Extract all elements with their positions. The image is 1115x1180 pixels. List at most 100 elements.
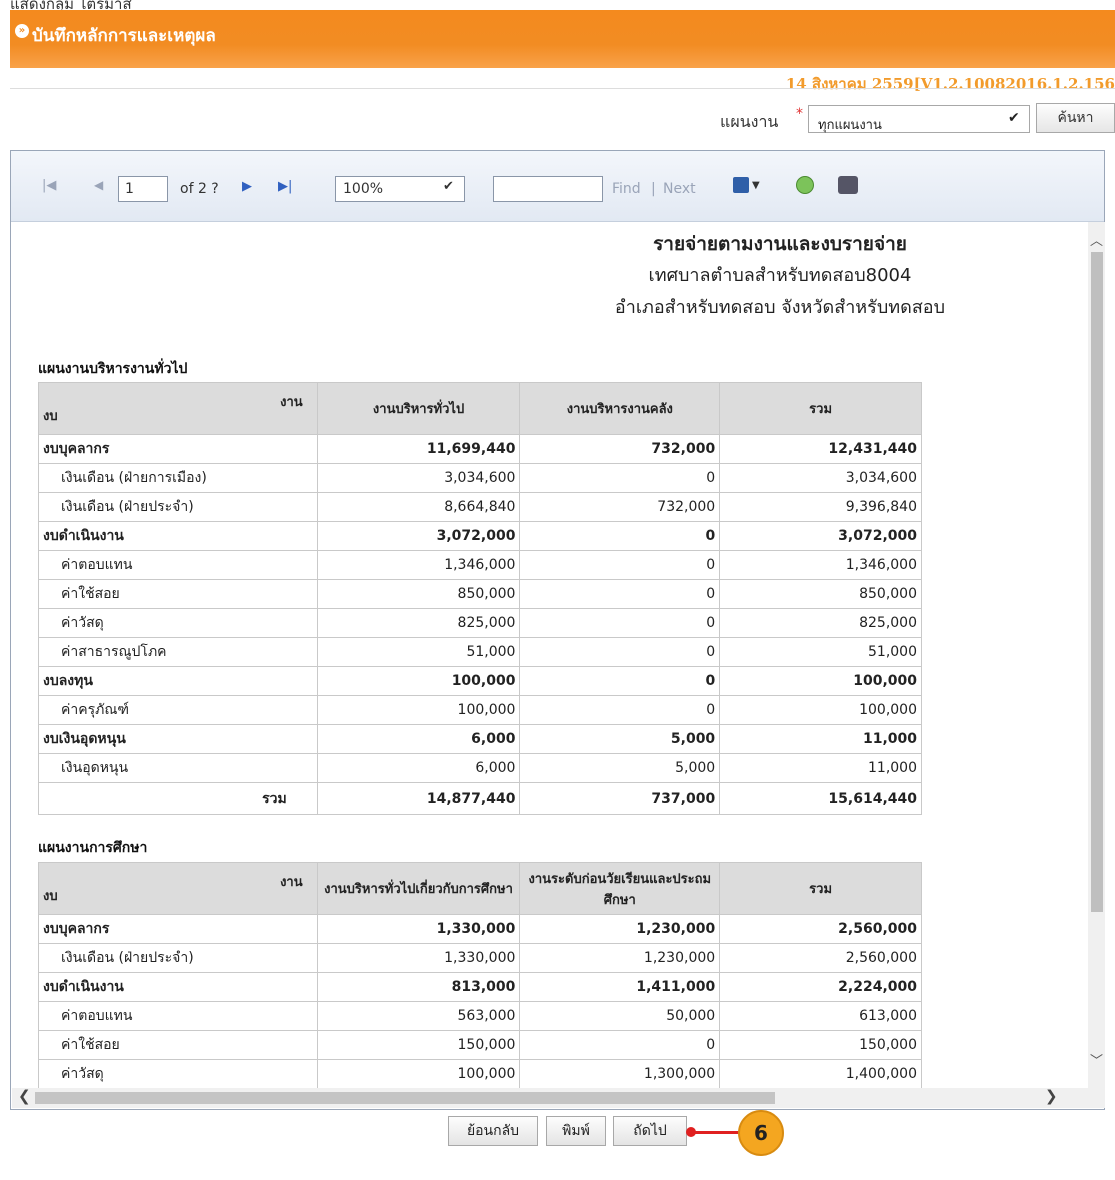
value-cell: 1,330,000 xyxy=(316,914,521,944)
value-cell: 3,072,000 xyxy=(316,521,521,551)
table-row: ค่าวัสดุ 825,000 0 825,000 xyxy=(38,608,922,638)
scroll-up-icon[interactable]: ︿ xyxy=(1090,230,1103,249)
group-row: งบลงทุน 100,000 0 100,000 xyxy=(38,666,922,696)
corner-bottom-label: งบ xyxy=(43,409,58,424)
back-button[interactable]: ย้อนกลับ xyxy=(448,1116,538,1146)
value-cell: 3,072,000 xyxy=(719,521,922,551)
export-dropdown-icon[interactable]: ▼ xyxy=(752,180,760,191)
value-cell: 11,000 xyxy=(719,753,922,783)
value-cell: 825,000 xyxy=(316,608,521,638)
print-icon[interactable] xyxy=(838,176,858,194)
group-row: งบดำเนินงาน 813,000 1,411,000 2,224,000 xyxy=(38,972,922,1002)
required-mark: * xyxy=(796,106,803,122)
group-row: งบเงินอุดหนุน 6,000 5,000 11,000 xyxy=(38,724,922,754)
section-heading: แผนงานบริหารงานทั่วไป xyxy=(38,361,188,377)
report-table-education: งาน งบ งานบริหารทั่วไปเกี่ยวกับการศึกษา … xyxy=(38,862,922,1089)
chevron-down-icon[interactable]: ✔ xyxy=(443,179,454,194)
version-label: 14 สิงหาคม 2559[V1.2.10082016.1.2.156 xyxy=(785,75,1115,93)
column-header: งานระดับก่อนวัยเรียนและประถมศึกษา xyxy=(519,862,721,915)
table-row: เงินอุดหนุน 6,000 5,000 11,000 xyxy=(38,753,922,783)
row-label: ค่าวัสดุ xyxy=(38,608,318,638)
column-header: งานบริหารงานคลัง xyxy=(519,382,721,435)
value-cell: 6,000 xyxy=(316,753,521,783)
value-cell: 0 xyxy=(519,579,721,609)
value-cell: 1,400,000 xyxy=(719,1059,922,1089)
row-label: ค่าวัสดุ xyxy=(38,1059,318,1089)
vertical-scroll-thumb[interactable] xyxy=(1091,252,1103,912)
scroll-down-icon[interactable]: ﹀ xyxy=(1090,1050,1103,1069)
previous-page-icon[interactable]: ◀ xyxy=(94,178,103,192)
table-row: เงินเดือน (ฝ่ายประจำ) 8,664,840 732,000 9,3… xyxy=(38,492,922,522)
value-cell: 12,431,440 xyxy=(719,434,922,464)
group-row: งบบุคลากร 11,699,440 732,000 12,431,440 xyxy=(38,434,922,464)
column-header: งานบริหารทั่วไปเกี่ยวกับการศึกษา xyxy=(316,862,521,915)
report-subtitle: อำเภอสำหรับทดสอบ จังหวัดสำหรับทดสอบ xyxy=(614,297,946,318)
table-row: ค่าใช้สอย 150,000 0 150,000 xyxy=(38,1030,922,1060)
row-label: งบลงทุน xyxy=(38,666,318,696)
next-link[interactable]: Next xyxy=(663,181,696,197)
value-cell: 0 xyxy=(519,666,721,696)
total-cell: 14,877,440 xyxy=(316,782,521,815)
search-button[interactable]: ค้นหา xyxy=(1036,103,1115,133)
row-label: งบดำเนินงาน xyxy=(38,972,318,1002)
value-cell: 0 xyxy=(519,463,721,493)
total-cell: 737,000 xyxy=(519,782,721,815)
value-cell: 150,000 xyxy=(316,1030,521,1060)
report-title: รายจ่ายตามงานและงบรายจ่าย xyxy=(653,233,907,255)
row-label: ค่าครุภัณฑ์ xyxy=(38,695,318,725)
value-cell: 613,000 xyxy=(719,1001,922,1031)
total-cell: 15,614,440 xyxy=(719,782,922,815)
last-page-icon[interactable]: ▶| xyxy=(278,179,292,194)
value-cell: 0 xyxy=(519,695,721,725)
row-label: งบดำเนินงาน xyxy=(38,521,318,551)
page-title: บันทึกหลักการและเหตุผล xyxy=(32,26,216,46)
value-cell: 9,396,840 xyxy=(719,492,922,522)
value-cell: 1,330,000 xyxy=(316,943,521,973)
corner-top-label: งาน xyxy=(280,395,303,410)
value-cell: 100,000 xyxy=(316,695,521,725)
table-row: ค่าตอบแทน 1,346,000 0 1,346,000 xyxy=(38,550,922,580)
value-cell: 51,000 xyxy=(316,637,521,667)
page-count-label: of 2 ? xyxy=(180,181,219,197)
value-cell: 0 xyxy=(519,550,721,580)
corner-top-label: งาน xyxy=(280,875,303,890)
next-page-icon[interactable]: ▶ xyxy=(242,179,252,194)
next-button[interactable]: ถัดไป xyxy=(613,1116,687,1146)
find-input[interactable] xyxy=(493,176,603,202)
find-separator: | xyxy=(651,181,656,197)
value-cell: 2,560,000 xyxy=(719,943,922,973)
value-cell: 3,034,600 xyxy=(719,463,922,493)
chevron-down-icon[interactable]: ✔ xyxy=(1008,110,1020,126)
value-cell: 150,000 xyxy=(719,1030,922,1060)
value-cell: 1,230,000 xyxy=(519,914,721,944)
column-header: รวม xyxy=(719,382,922,435)
value-cell: 100,000 xyxy=(316,1059,521,1089)
page-number-value: 1 xyxy=(125,181,134,197)
section-heading: แผนงานการศึกษา xyxy=(38,840,148,856)
zoom-value: 100% xyxy=(343,181,384,197)
export-icon[interactable] xyxy=(733,177,749,193)
column-header: งานบริหารทั่วไป xyxy=(316,382,521,435)
row-label: งบบุคลากร xyxy=(38,434,318,464)
value-cell: 0 xyxy=(519,521,721,551)
first-page-icon[interactable]: |◀ xyxy=(42,178,56,193)
group-row: งบดำเนินงาน 3,072,000 0 3,072,000 xyxy=(38,521,922,551)
value-cell: 50,000 xyxy=(519,1001,721,1031)
value-cell: 0 xyxy=(519,1030,721,1060)
horizontal-scroll-thumb[interactable] xyxy=(35,1092,775,1104)
group-row: งบบุคลากร 1,330,000 1,230,000 2,560,000 xyxy=(38,914,922,944)
row-label: งบบุคลากร xyxy=(38,914,318,944)
scroll-left-icon[interactable]: ❮ xyxy=(18,1087,31,1105)
table-row: เงินเดือน (ฝ่ายการเมือง) 3,034,600 0 3,034,… xyxy=(38,463,922,493)
value-cell: 0 xyxy=(519,608,721,638)
report-subtitle: เทศบาลตำบลสำหรับทดสอบ8004 xyxy=(648,265,912,286)
value-cell: 51,000 xyxy=(719,637,922,667)
table-row: ค่าสาธารณูปโภค 51,000 0 51,000 xyxy=(38,637,922,667)
row-label: ค่าสาธารณูปโภค xyxy=(38,637,318,667)
corner-header: งาน งบ xyxy=(38,382,318,435)
print-button[interactable]: พิมพ์ xyxy=(546,1116,606,1146)
corner-header: งาน งบ xyxy=(38,862,318,915)
refresh-icon[interactable] xyxy=(796,176,814,194)
scroll-right-icon[interactable]: ❯ xyxy=(1045,1087,1058,1105)
find-link[interactable]: Find xyxy=(612,181,641,197)
